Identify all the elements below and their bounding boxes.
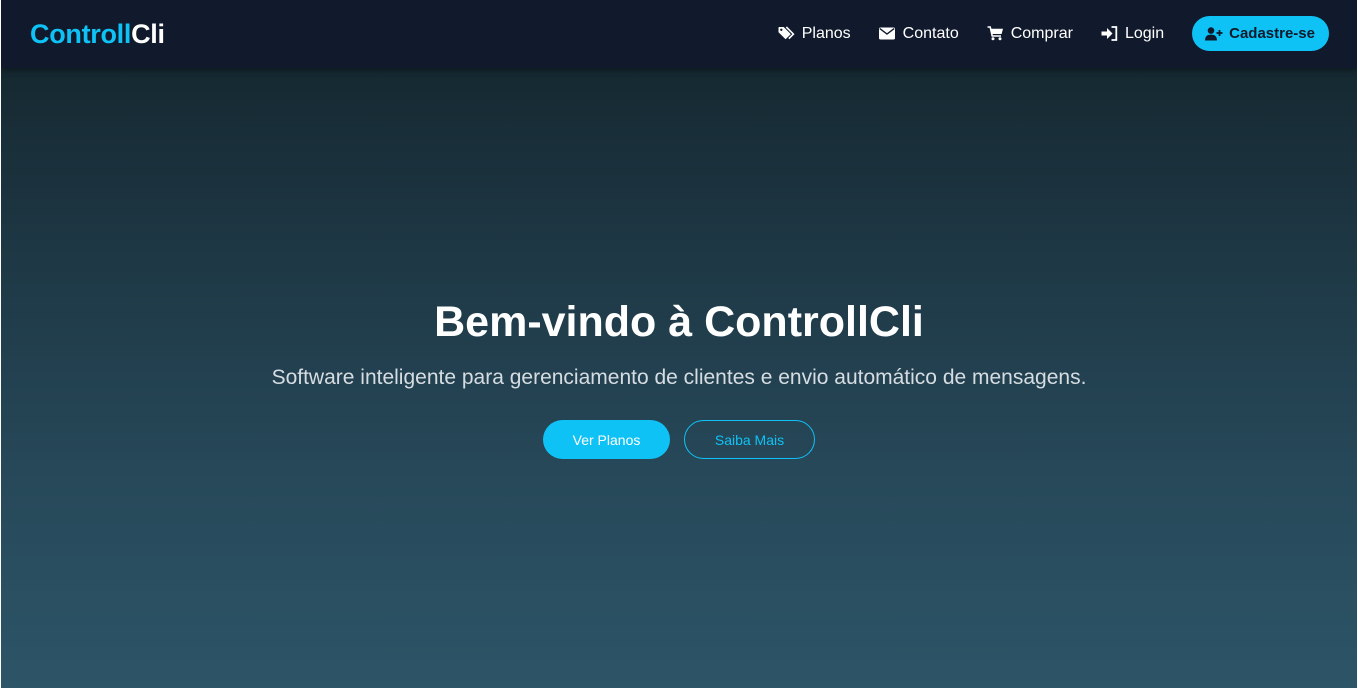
- nav-link-login[interactable]: Login: [1101, 25, 1164, 43]
- brand-logo[interactable]: ControllCli: [30, 16, 165, 52]
- view-plans-button[interactable]: Ver Planos: [543, 420, 670, 459]
- hero-title: Bem-vindo à ControllCli: [434, 298, 924, 346]
- hero-actions: Ver Planos Saiba Mais: [1, 420, 1357, 459]
- main-nav: Planos Contato Comprar Login Cadastre-se: [778, 16, 1329, 51]
- brand-name-part2: Cli: [131, 19, 165, 49]
- nav-link-label: Login: [1124, 24, 1165, 42]
- nav-link-planos[interactable]: Planos: [778, 25, 851, 43]
- hero-subtitle: Software inteligente para gerenciamento …: [271, 366, 1087, 389]
- tags-icon: [778, 25, 795, 42]
- hero-section: Bem-vindo à ControllCli Software intelig…: [1, 68, 1357, 688]
- envelope-icon: [879, 25, 896, 42]
- nav-link-label: Contato: [902, 24, 959, 42]
- nav-link-comprar[interactable]: Comprar: [987, 25, 1073, 43]
- cart-icon: [987, 25, 1004, 42]
- nav-link-label: Planos: [801, 24, 851, 42]
- nav-link-label: Comprar: [1010, 24, 1073, 42]
- navbar: ControllCli Planos Contato Comprar Login…: [1, 0, 1357, 68]
- page: ControllCli Planos Contato Comprar Login…: [1, 0, 1357, 688]
- user-plus-icon: [1205, 26, 1223, 42]
- signup-button[interactable]: Cadastre-se: [1192, 16, 1329, 51]
- sign-in-icon: [1101, 25, 1118, 42]
- learn-more-button[interactable]: Saiba Mais: [684, 420, 815, 459]
- brand-name-part1: Controll: [30, 19, 132, 49]
- nav-link-contato[interactable]: Contato: [879, 25, 959, 43]
- signup-button-label: Cadastre-se: [1229, 25, 1315, 42]
